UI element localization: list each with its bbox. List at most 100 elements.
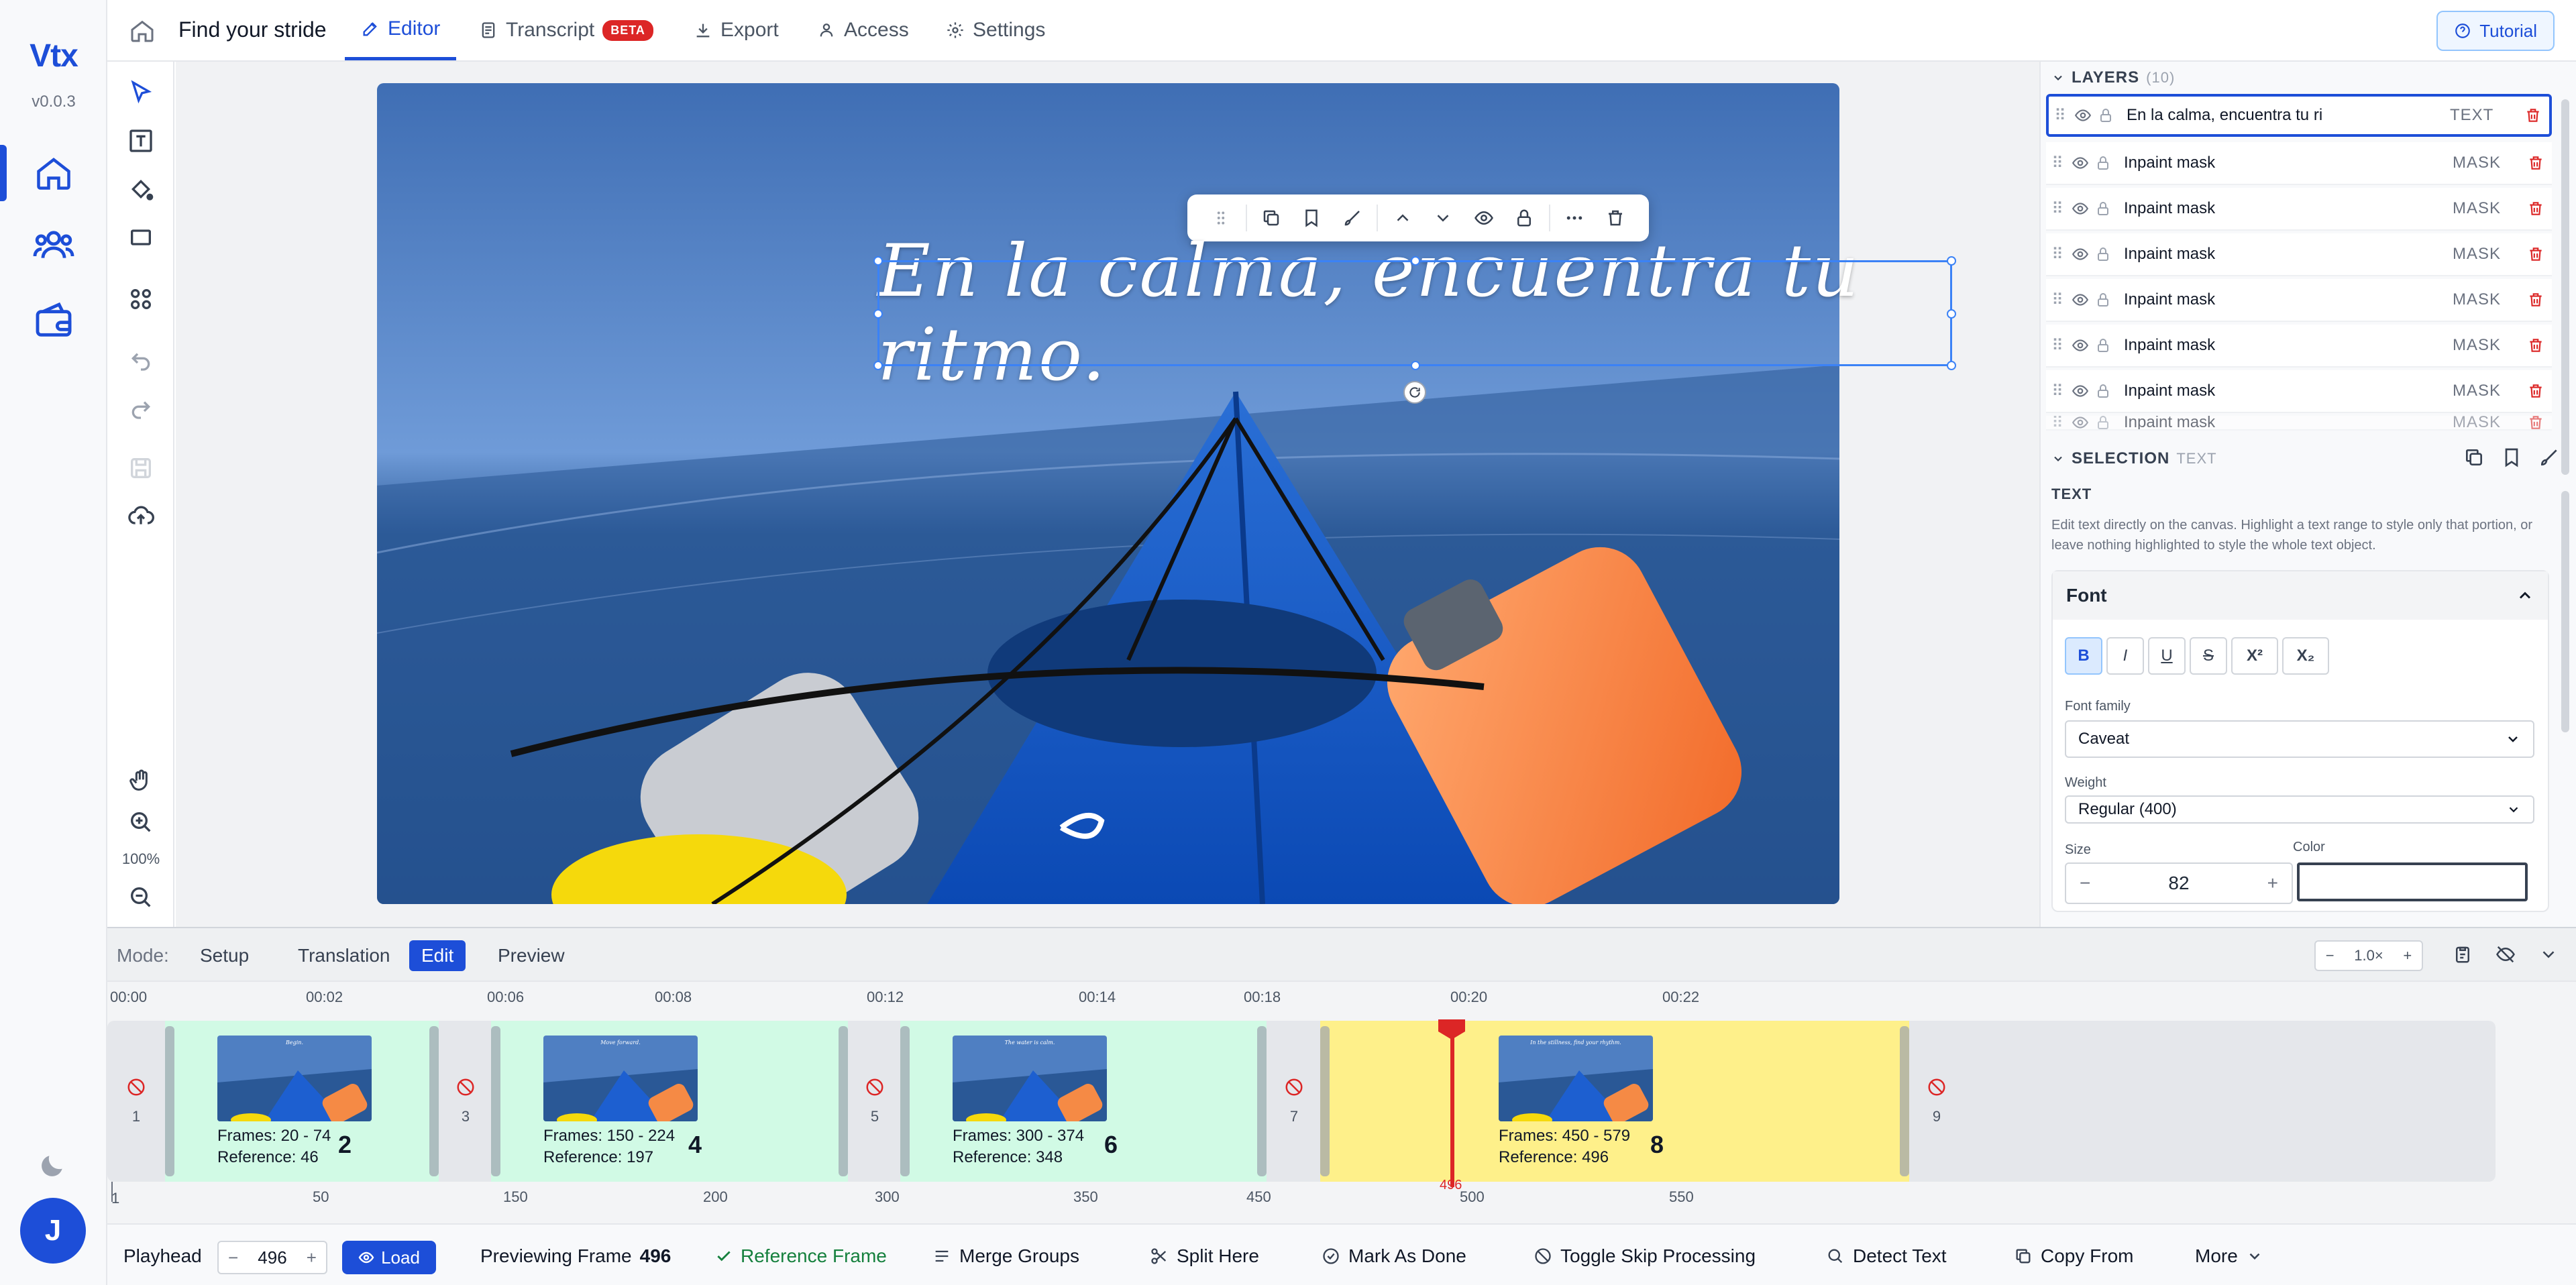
select-tool[interactable] xyxy=(127,79,154,106)
superscript-button[interactable]: X² xyxy=(2231,637,2278,675)
layer-row[interactable]: ⠿ En la calma, encuentra tu ri TEXT xyxy=(2046,94,2552,137)
segment-group[interactable]: The water is calm. Frames: 300 - 374 Refer… xyxy=(900,1021,1267,1182)
bold-button[interactable]: B xyxy=(2065,637,2102,675)
lock-icon[interactable] xyxy=(2092,383,2114,399)
bookmark-style-button[interactable] xyxy=(2501,447,2522,468)
lock-icon[interactable] xyxy=(2092,246,2114,262)
underline-button[interactable]: U xyxy=(2148,637,2186,675)
team-nav[interactable] xyxy=(0,212,107,279)
tab-access[interactable]: Access xyxy=(817,0,909,60)
eye-icon[interactable] xyxy=(2069,245,2092,263)
font-section-header[interactable]: Font xyxy=(2053,571,2548,620)
detect-text-button[interactable]: Detect Text xyxy=(1826,1225,1947,1285)
lock-icon[interactable] xyxy=(2092,201,2114,217)
mode-translation[interactable]: Translation xyxy=(286,940,402,971)
segment-group[interactable]: Move forward. Frames: 150 - 224 Reference:… xyxy=(491,1021,848,1182)
lock-icon[interactable] xyxy=(2092,337,2114,353)
copy-style-button[interactable] xyxy=(2463,447,2485,468)
eye-icon[interactable] xyxy=(2069,337,2092,354)
user-avatar[interactable]: J xyxy=(20,1198,86,1264)
layer-row[interactable]: ⠿ Inpaint mask MASK xyxy=(2046,325,2552,368)
redo-button[interactable] xyxy=(127,394,154,421)
eye-icon[interactable] xyxy=(2069,154,2092,172)
fill-tool[interactable] xyxy=(127,176,154,203)
playback-rate-control[interactable]: − 1.0× + xyxy=(2314,940,2423,971)
rate-decrement[interactable]: − xyxy=(2326,947,2334,964)
grip-icon[interactable]: ⠿ xyxy=(2046,382,2069,401)
undo-button[interactable] xyxy=(127,346,154,373)
elements-tool[interactable] xyxy=(127,286,154,313)
size-stepper[interactable]: − 82 + xyxy=(2065,862,2293,904)
layer-row[interactable]: ⠿ Inpaint mask MASK xyxy=(2046,416,2552,431)
layers-header[interactable]: LAYERS (10) xyxy=(2051,68,2175,87)
playhead-increment[interactable]: + xyxy=(307,1247,317,1268)
strikethrough-button[interactable]: S xyxy=(2190,637,2227,675)
skipped-gap[interactable]: 9 xyxy=(1911,1021,1963,1182)
tab-transcript[interactable]: Transcript BETA xyxy=(479,0,653,60)
rectangle-tool[interactable] xyxy=(127,224,154,251)
segment-group[interactable]: In the stillness, find your rhythm. Frame… xyxy=(1320,1021,1909,1182)
more-menu-button[interactable]: More xyxy=(2195,1225,2263,1285)
toggle-skip-button[interactable]: Toggle Skip Processing xyxy=(1534,1225,1756,1285)
trash-icon[interactable] xyxy=(2520,245,2552,263)
lock-icon[interactable] xyxy=(2092,292,2114,308)
layer-row[interactable]: ⠿ Inpaint mask MASK xyxy=(2046,188,2552,231)
mode-setup[interactable]: Setup xyxy=(188,940,261,971)
brush-style-button[interactable] xyxy=(2538,447,2560,468)
segment-start-handle[interactable] xyxy=(1320,1026,1330,1176)
segment-end-handle[interactable] xyxy=(839,1026,848,1176)
trash-icon[interactable] xyxy=(2520,154,2552,172)
eye-off-icon[interactable] xyxy=(2496,944,2516,964)
copy-from-button[interactable]: Copy From xyxy=(2014,1225,2133,1285)
grip-icon[interactable]: ⠿ xyxy=(2046,336,2069,355)
rotate-handle[interactable] xyxy=(1403,381,1426,404)
dark-mode-toggle[interactable] xyxy=(38,1151,67,1180)
segment-start-handle[interactable] xyxy=(900,1026,910,1176)
color-swatch[interactable] xyxy=(2297,862,2528,901)
resize-handle[interactable] xyxy=(873,361,883,370)
segment-start-handle[interactable] xyxy=(165,1026,174,1176)
text-tool[interactable] xyxy=(127,127,154,154)
font-family-select[interactable]: Caveat xyxy=(2065,720,2534,758)
size-increment[interactable]: + xyxy=(2267,873,2278,894)
segment-start-handle[interactable] xyxy=(491,1026,500,1176)
layer-row[interactable]: ⠿ Inpaint mask MASK xyxy=(2046,279,2552,322)
eye-icon[interactable] xyxy=(2069,200,2092,217)
trash-icon[interactable] xyxy=(2520,382,2552,400)
trash-icon[interactable] xyxy=(2520,200,2552,217)
chevron-down-icon[interactable] xyxy=(2538,944,2559,964)
resize-handle[interactable] xyxy=(1947,256,1956,266)
playhead-decrement[interactable]: − xyxy=(228,1247,238,1268)
trash-icon[interactable] xyxy=(2517,107,2549,124)
layer-row[interactable]: ⠿ Inpaint mask MASK xyxy=(2046,370,2552,413)
weight-select[interactable]: Regular (400) xyxy=(2065,795,2534,824)
mode-edit[interactable]: Edit xyxy=(409,940,466,971)
skipped-gap[interactable]: 7 xyxy=(1268,1021,1320,1182)
skipped-gap[interactable]: 3 xyxy=(440,1021,491,1182)
home-nav[interactable] xyxy=(0,139,107,207)
time-ruler[interactable]: 00:00 00:02 00:06 00:08 00:12 00:14 00:18 00:20… xyxy=(107,983,2576,1010)
grip-icon[interactable]: ⠿ xyxy=(2046,416,2069,429)
tab-export[interactable]: Export xyxy=(694,0,779,60)
mode-preview[interactable]: Preview xyxy=(486,940,577,971)
zoom-in-button[interactable] xyxy=(127,809,154,836)
trash-icon[interactable] xyxy=(2520,337,2552,354)
mark-done-button[interactable]: Mark As Done xyxy=(1322,1225,1466,1285)
trash-icon[interactable] xyxy=(2520,416,2552,429)
tab-editor[interactable]: Editor xyxy=(345,0,457,60)
resize-handle[interactable] xyxy=(873,309,883,319)
segment-group[interactable]: Begin. Frames: 20 - 74 Reference: 46 2 xyxy=(165,1021,439,1182)
layer-row[interactable]: ⠿ Inpaint mask MASK xyxy=(2046,233,2552,276)
eye-icon[interactable] xyxy=(2069,382,2092,400)
grip-icon[interactable]: ⠿ xyxy=(2049,106,2072,125)
layer-row[interactable]: ⠿ Inpaint mask MASK xyxy=(2046,142,2552,185)
skipped-gap[interactable]: 1 xyxy=(107,1021,165,1182)
lock-icon[interactable] xyxy=(2094,107,2117,123)
size-decrement[interactable]: − xyxy=(2080,873,2090,894)
tab-settings[interactable]: Settings xyxy=(946,0,1045,60)
lock-icon[interactable] xyxy=(2092,155,2114,171)
eye-icon[interactable] xyxy=(2069,416,2092,429)
skipped-gap[interactable]: 5 xyxy=(849,1021,900,1182)
clipboard-icon[interactable] xyxy=(2453,944,2473,964)
resize-handle[interactable] xyxy=(1411,256,1420,266)
